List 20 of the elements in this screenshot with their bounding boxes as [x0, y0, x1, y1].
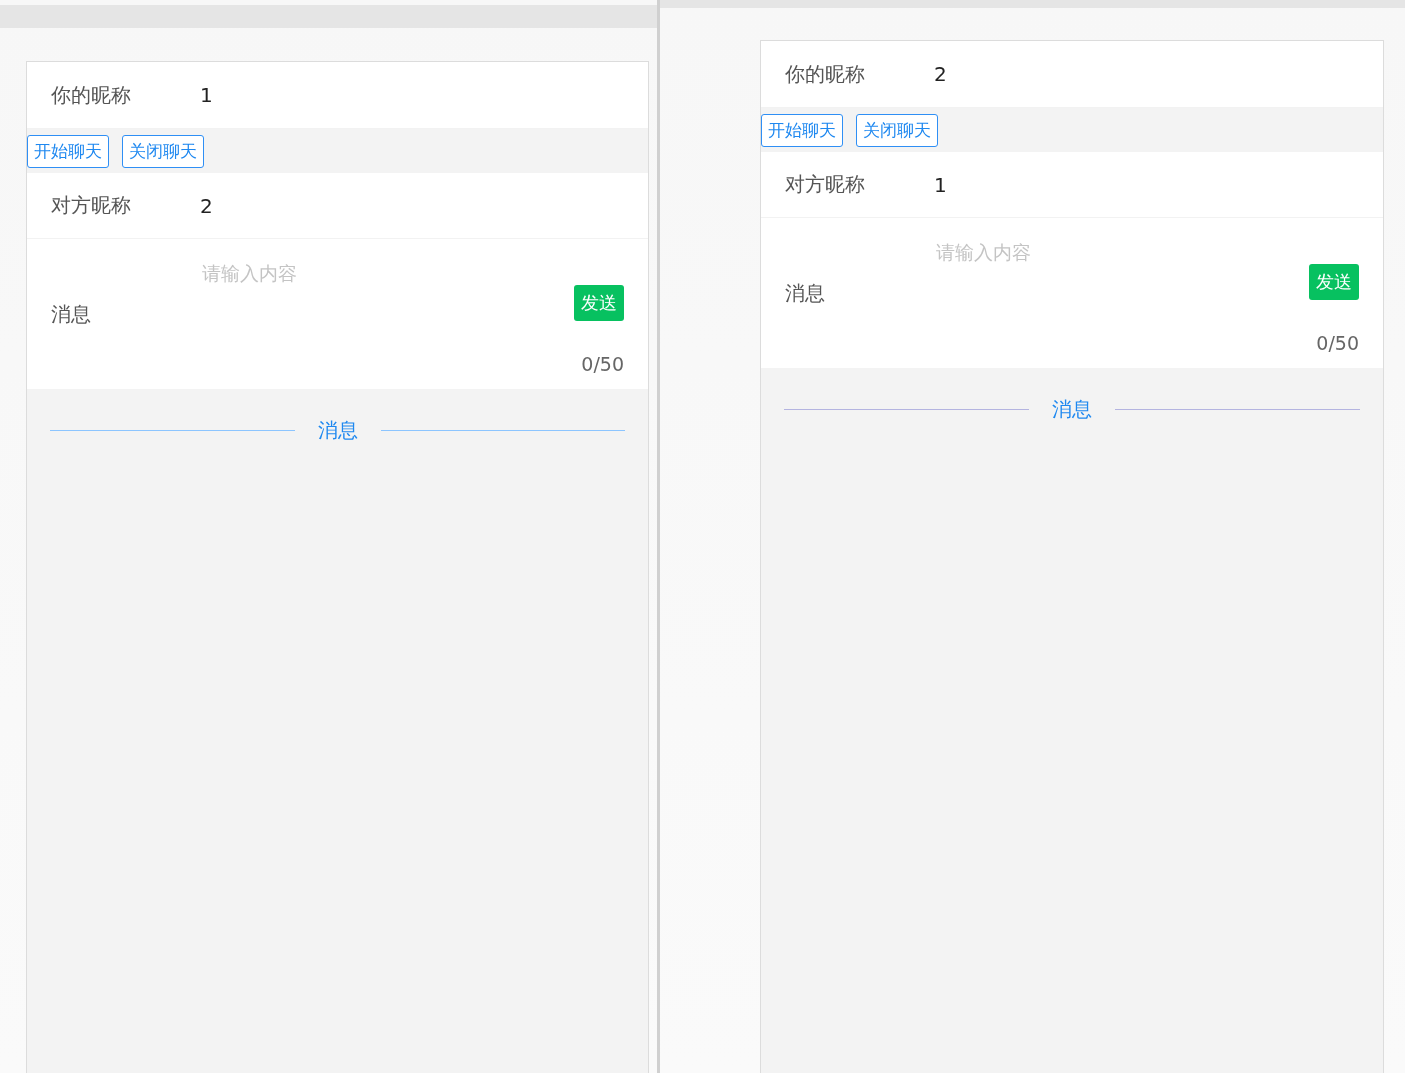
send-button[interactable]: 发送	[574, 285, 624, 321]
char-counter: 0/50	[581, 353, 624, 375]
divider-label: 消息	[1051, 396, 1093, 423]
chat-button[interactable]: 开始聊天	[761, 113, 843, 147]
chat-button[interactable]: 关闭聊天	[122, 134, 204, 168]
field-value: 2	[934, 62, 947, 86]
field-label: 你的昵称	[785, 60, 866, 88]
send-button[interactable]: 发送	[1309, 264, 1359, 300]
chat-button[interactable]: 开始聊天	[27, 134, 109, 168]
field-label: 消息	[785, 279, 826, 307]
field-value: 1	[934, 172, 947, 197]
field-label: 对方昵称	[785, 171, 866, 198]
field-label: 你的昵称	[51, 81, 132, 109]
divider-label: 消息	[316, 417, 359, 444]
field-label: 对方昵称	[51, 192, 132, 219]
char-counter: 0/50	[1316, 332, 1359, 354]
field-label: 消息	[51, 300, 92, 328]
chat-button[interactable]: 关闭聊天	[856, 113, 938, 147]
field-value: 2	[200, 193, 213, 218]
field-value: 1	[200, 83, 213, 107]
